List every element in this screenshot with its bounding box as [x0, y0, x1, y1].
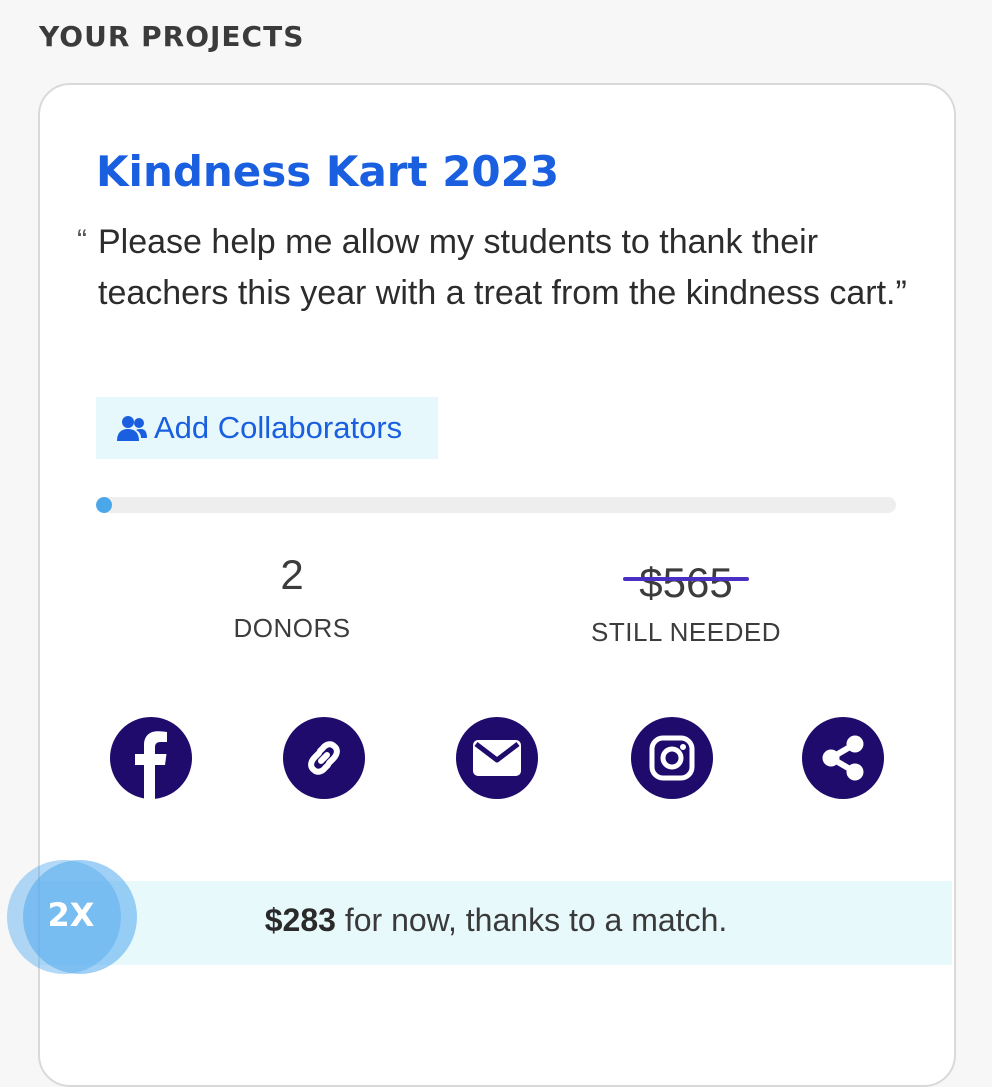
section-title: YOUR PROJECTS: [39, 20, 305, 53]
link-icon: [301, 735, 347, 781]
strikethrough-line: [623, 577, 749, 581]
share-icon: [818, 733, 868, 783]
badge-label: 2X: [47, 896, 95, 934]
more-share-button[interactable]: [802, 717, 884, 799]
funding-progress-fill: [96, 497, 112, 513]
still-needed-stat: $565 STILL NEEDED: [576, 559, 796, 648]
email-icon: [472, 739, 522, 777]
donors-label: DONORS: [233, 613, 351, 643]
still-needed-amount: $565: [639, 559, 733, 606]
donors-stat: 2 DONORS: [192, 551, 392, 644]
still-needed-label: STILL NEEDED: [591, 617, 781, 647]
facebook-icon: [110, 717, 192, 799]
donors-count: 2: [280, 551, 304, 598]
people-icon: [116, 414, 154, 442]
add-collaborators-button[interactable]: Add Collaborators: [96, 397, 438, 459]
project-card: Kindness Kart 2023 “ Please help me allo…: [38, 83, 956, 1087]
funding-progress-bar: [96, 497, 896, 513]
instagram-icon: [649, 735, 695, 781]
still-needed-amount-wrap: $565: [623, 559, 749, 607]
instagram-share-button[interactable]: [631, 717, 713, 799]
match-amount: $283: [264, 902, 336, 938]
match-text: for now, thanks to a match.: [335, 902, 728, 938]
match-message: $283 for now, thanks to a match.: [40, 902, 952, 939]
email-share-button[interactable]: [456, 717, 538, 799]
copy-link-button[interactable]: [283, 717, 365, 799]
quote-text: Please help me allow my students to than…: [98, 223, 907, 312]
facebook-share-button[interactable]: [110, 717, 192, 799]
project-title-link[interactable]: Kindness Kart 2023: [96, 147, 559, 196]
match-2x-badge: 2X: [7, 860, 137, 976]
match-banner: $283 for now, thanks to a match.: [40, 881, 952, 965]
share-buttons-row: [40, 717, 954, 801]
project-quote: “ Please help me allow my students to th…: [77, 217, 907, 319]
quote-open-mark: “: [77, 224, 87, 257]
add-collaborators-label: Add Collaborators: [154, 410, 403, 445]
